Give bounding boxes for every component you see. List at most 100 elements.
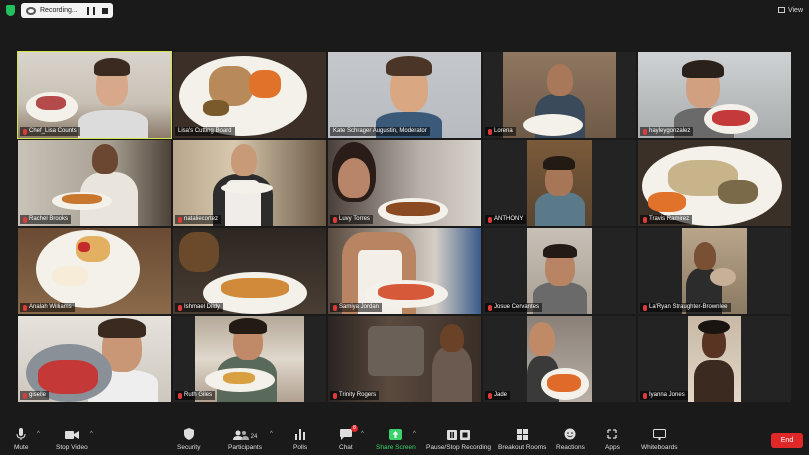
participant-name-tag: Iyanna Jones [640,391,688,400]
grid-view-icon [777,7,785,13]
video-options-chevron-icon[interactable]: ^ [90,431,93,437]
participant-name-tag: La'Ryan Straughter-Brownlee [640,303,731,312]
mute-options-chevron-icon[interactable]: ^ [37,431,40,437]
muted-mic-icon [178,216,182,223]
muted-mic-icon [178,304,182,311]
stop-recording-icon[interactable] [102,7,108,14]
video-tile[interactable]: Josue Cervantes [483,228,636,314]
participant-name-tag: Lorena [485,127,516,136]
participant-name-tag: ANTHONY [485,215,527,224]
video-tile[interactable]: Rachel Brooks [18,140,171,226]
share-options-chevron-icon[interactable]: ^ [413,431,416,437]
video-tile[interactable]: La'Ryan Straughter-Brownlee [638,228,791,314]
participant-name-tag: Kate Schrager Augustin, Moderator [330,127,430,136]
stop-video-button[interactable]: Stop Video [56,428,88,451]
video-tile[interactable]: Chef_Lisa Counts [17,51,172,139]
view-label: View [787,6,803,14]
participant-name-tag: nataliecortez [175,215,222,224]
muted-mic-icon [333,216,337,223]
participant-name-tag: Rachel Brooks [20,215,72,224]
smiley-icon [564,428,576,440]
muted-mic-icon [333,304,337,311]
muted-mic-icon [23,392,27,399]
breakout-rooms-button[interactable]: Breakout Rooms [498,428,546,451]
video-tile[interactable]: ANTHONY [483,140,636,226]
muted-mic-icon [488,304,492,311]
participant-name-tag: Luvy Torres [330,215,373,224]
chat-options-chevron-icon[interactable]: ^ [361,431,364,437]
muted-mic-icon [488,128,492,135]
pause-recording-icon[interactable] [87,6,95,15]
meeting-controls-toolbar: Mute ^ Stop Video ^ Security 24 Particip… [0,422,809,455]
participants-icon: 24 [232,428,258,440]
meeting-top-bar: Recording... View [0,0,809,20]
muted-mic-icon [23,128,27,135]
view-button[interactable]: View [777,3,803,17]
share-screen-button[interactable]: Share Screen [376,428,416,451]
muted-mic-icon [488,216,492,223]
video-tile[interactable]: Lisa's Cutting Board [173,52,326,138]
microphone-icon [16,428,26,440]
video-tile[interactable]: nataliecortez [173,140,326,226]
video-tile[interactable]: Lorena [483,52,636,138]
video-tile[interactable]: Ruth Giles [173,316,326,402]
share-screen-icon [389,428,403,440]
video-tile[interactable]: Ishmael Dildy [173,228,326,314]
participant-name-tag: Analah Williams [20,303,75,312]
chat-bubble-icon: 8 [339,425,358,440]
video-tile[interactable]: Iyanna Jones [638,316,791,402]
pause-stop-recording-button[interactable]: Pause/Stop Recording [426,428,491,451]
muted-mic-icon [643,304,647,311]
participant-name-tag: Chef_Lisa Counts [20,127,80,136]
apps-icon [606,428,618,440]
muted-mic-icon [23,216,27,223]
recording-label: Recording... [40,7,78,14]
participant-name-tag: giselle [20,391,50,400]
video-tile[interactable]: Travis Ramirez [638,140,791,226]
participant-name-tag: Josue Cervantes [485,303,543,312]
pause-stop-icon [446,428,471,440]
whiteboard-icon [652,428,666,440]
muted-mic-icon [23,304,27,311]
mute-button[interactable]: Mute [14,428,28,451]
participant-name-tag: Jade [485,391,511,400]
muted-mic-icon [643,128,647,135]
video-tile[interactable]: giselle [18,316,171,402]
apps-button[interactable]: Apps [605,428,620,451]
video-tile[interactable]: Jade [483,316,636,402]
participant-name-tag: Lisa's Cutting Board [175,127,235,136]
participant-name-tag: Trinity Rogers [330,391,380,400]
security-shield-icon[interactable] [6,5,15,16]
participant-name-tag: hayleygonzalez [640,127,694,136]
chat-button[interactable]: 8 Chat [339,425,358,451]
chat-unread-badge: 8 [351,425,358,432]
participants-button[interactable]: 24 Participants [228,428,262,451]
end-meeting-button[interactable]: End [771,433,803,448]
video-tile[interactable]: hayleygonzalez [638,52,791,138]
recording-icon [26,6,36,15]
recording-indicator: Recording... [21,3,113,18]
polls-icon [295,428,306,440]
security-button[interactable]: Security [177,428,200,451]
reactions-button[interactable]: Reactions [556,428,585,451]
shield-icon [183,428,194,440]
video-tile[interactable]: Trinity Rogers [328,316,481,402]
breakout-rooms-icon [516,428,528,440]
video-tile[interactable]: Luvy Torres [328,140,481,226]
video-tile[interactable]: Analah Williams [18,228,171,314]
participant-name-tag: Travis Ramirez [640,215,693,224]
participant-name-tag: Samiya Jordan [330,303,383,312]
muted-mic-icon [178,392,182,399]
whiteboards-button[interactable]: Whiteboards [641,428,678,451]
polls-button[interactable]: Polls [293,428,307,451]
video-camera-icon [64,428,79,440]
participants-count: 24 [250,434,258,440]
participants-options-chevron-icon[interactable]: ^ [270,431,273,437]
participant-name-tag: Ruth Giles [175,391,216,400]
muted-mic-icon [333,392,337,399]
muted-mic-icon [643,392,647,399]
participant-name-tag: Ishmael Dildy [175,303,224,312]
video-tile[interactable]: Samiya Jordan [328,228,481,314]
video-tile[interactable]: Kate Schrager Augustin, Moderator [328,52,481,138]
muted-mic-icon [488,392,492,399]
